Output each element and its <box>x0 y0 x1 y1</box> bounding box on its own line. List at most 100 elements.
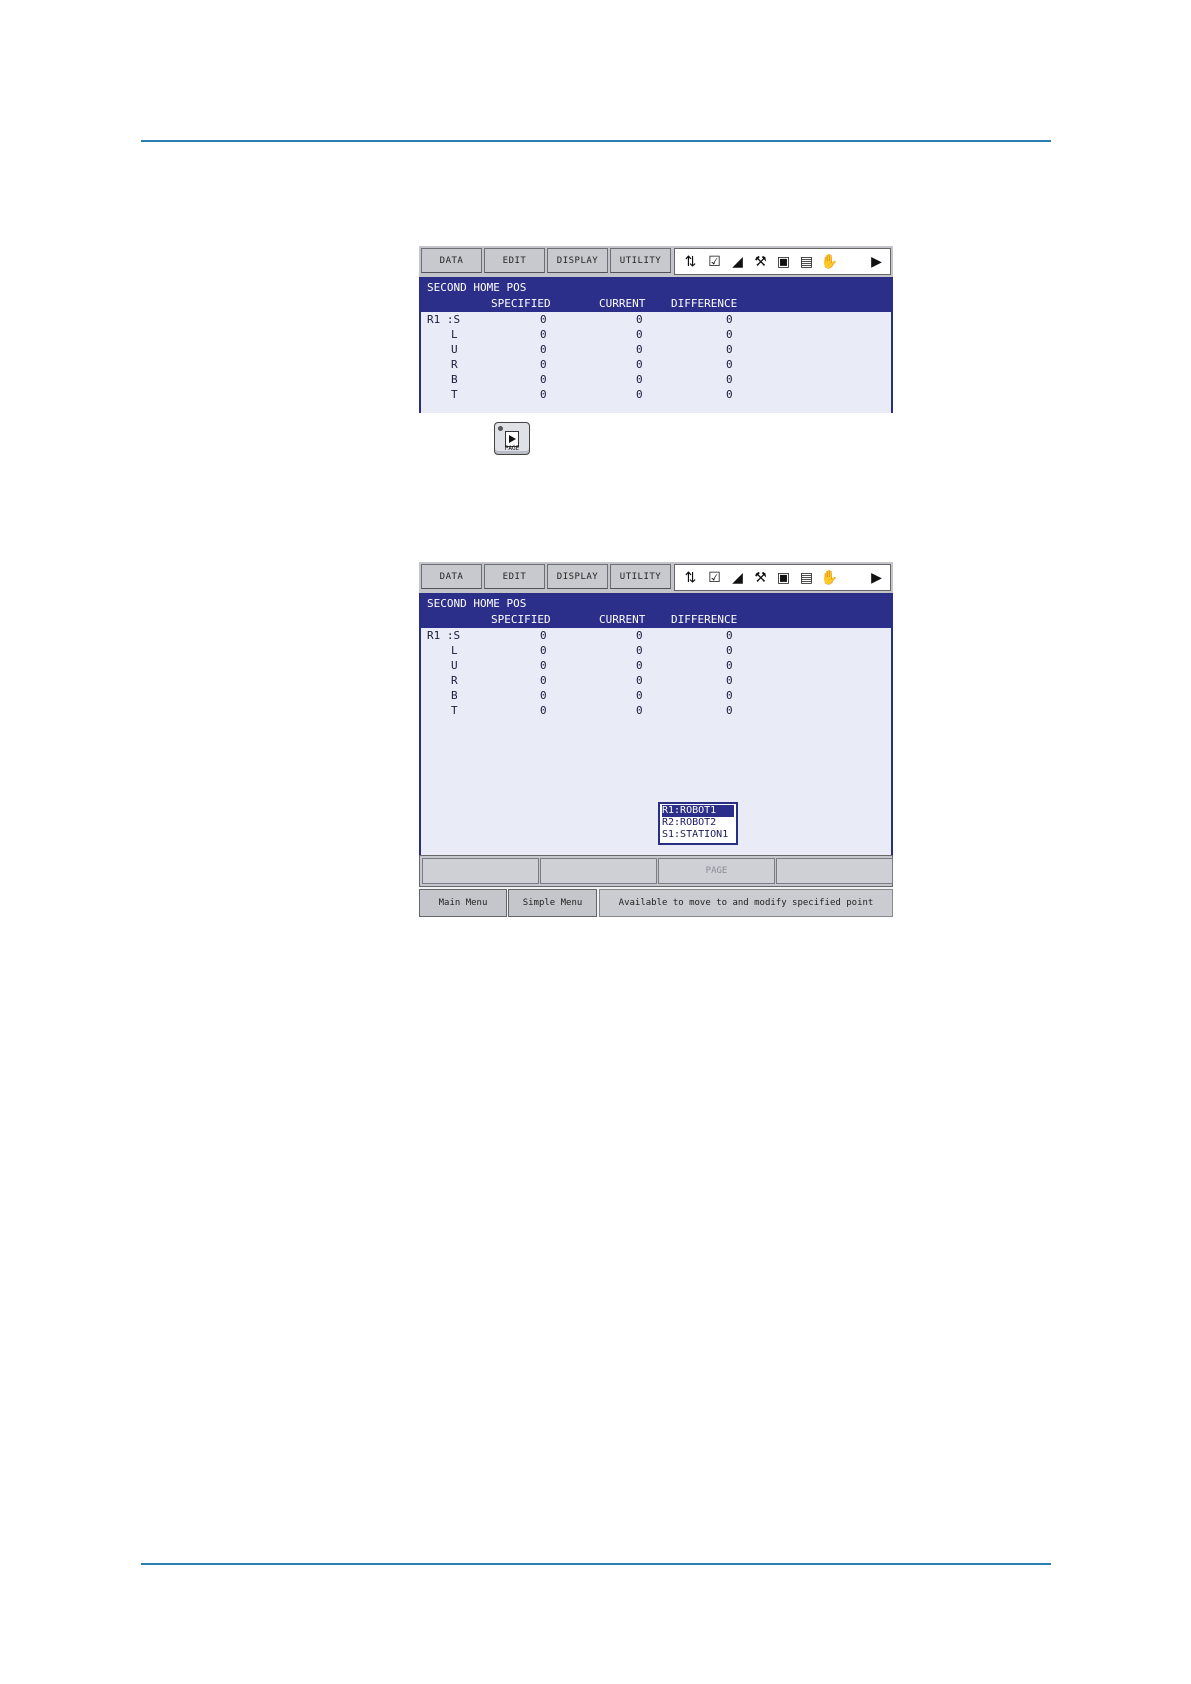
group-select-popup: R1:ROBOT1 R2:ROBOT2 S1:STATION1 <box>658 802 738 845</box>
function-key-1[interactable] <box>422 858 539 884</box>
menu-display[interactable]: DISPLAY <box>547 248 608 273</box>
panel-header: SECOND HOME POS SPECIFIED CURRENT DIFFER… <box>421 279 891 312</box>
value-difference[interactable]: 0 <box>726 358 733 371</box>
popup-item[interactable]: R1:ROBOT1 <box>662 805 734 817</box>
value-difference[interactable]: 0 <box>726 343 733 356</box>
camera-icon: ▣ <box>776 569 791 585</box>
group-label: R1 :S <box>427 629 461 642</box>
function-key-bar: PAGE <box>419 855 893 887</box>
value-current[interactable]: 0 <box>636 358 643 371</box>
main-menu-button[interactable]: Main Menu <box>419 889 507 917</box>
value-difference[interactable]: 0 <box>726 313 733 326</box>
axis-label: T <box>451 704 458 717</box>
status-icon-bar: ⇅ ☑ ◢ ⚒ ▣ ▤ ✋ ▶ <box>674 248 891 275</box>
axis-label: R <box>451 674 458 687</box>
function-key-4[interactable] <box>776 858 893 884</box>
value-current[interactable]: 0 <box>636 674 643 687</box>
popup-item[interactable]: R2:ROBOT2 <box>662 817 734 829</box>
menu-data[interactable]: DATA <box>421 564 482 589</box>
value-specified[interactable]: 0 <box>540 388 547 401</box>
value-specified[interactable]: 0 <box>540 358 547 371</box>
axis-label: B <box>451 689 458 702</box>
value-difference[interactable]: 0 <box>726 704 733 717</box>
col-current: CURRENT <box>599 613 646 626</box>
menu-bar: DATA EDIT DISPLAY UTILITY ⇅ ☑ ◢ ⚒ ▣ ▤ ✋ … <box>419 246 893 278</box>
value-specified[interactable]: 0 <box>540 328 547 341</box>
axis-label: R <box>451 358 458 371</box>
value-current[interactable]: 0 <box>636 388 643 401</box>
value-specified[interactable]: 0 <box>540 644 547 657</box>
arrow-icon <box>509 435 516 443</box>
value-current[interactable]: 0 <box>636 373 643 386</box>
tool-icon: ⚒ <box>754 569 767 585</box>
col-difference: DIFFERENCE <box>671 297 738 310</box>
panel-header: SECOND HOME POS SPECIFIED CURRENT DIFFER… <box>421 595 891 628</box>
value-specified[interactable]: 0 <box>540 674 547 687</box>
led-icon <box>498 426 503 431</box>
value-difference[interactable]: 0 <box>726 328 733 341</box>
value-specified[interactable]: 0 <box>540 659 547 672</box>
col-difference: DIFFERENCE <box>671 613 738 626</box>
value-current[interactable]: 0 <box>636 659 643 672</box>
axis-label: B <box>451 373 458 386</box>
value-current[interactable]: 0 <box>636 629 643 642</box>
status-message: Available to move to and modify specifie… <box>599 889 893 917</box>
value-difference[interactable]: 0 <box>726 659 733 672</box>
value-specified[interactable]: 0 <box>540 629 547 642</box>
menu-display[interactable]: DISPLAY <box>547 564 608 589</box>
col-specified: SPECIFIED <box>491 613 551 626</box>
page-key[interactable]: PAGE <box>494 422 530 455</box>
speed-icon: ◢ <box>732 569 743 585</box>
value-difference[interactable]: 0 <box>726 674 733 687</box>
menu-edit[interactable]: EDIT <box>484 248 545 273</box>
value-difference[interactable]: 0 <box>726 644 733 657</box>
value-specified[interactable]: 0 <box>540 343 547 356</box>
function-key-2[interactable] <box>540 858 657 884</box>
second-home-pos-panel: SECOND HOME POS SPECIFIED CURRENT DIFFER… <box>419 277 893 413</box>
edit-mode-icon: ☑ <box>708 253 721 269</box>
footer-rule <box>141 1563 1051 1565</box>
menu-edit[interactable]: EDIT <box>484 564 545 589</box>
camera-icon: ▣ <box>776 253 791 269</box>
play-icon[interactable]: ▶ <box>867 253 886 270</box>
value-specified[interactable]: 0 <box>540 373 547 386</box>
hand-icon: ✋ <box>820 569 839 585</box>
coordinate-icon: ⇅ <box>684 569 697 585</box>
menu-utility[interactable]: UTILITY <box>610 248 671 273</box>
program-icon: ▤ <box>799 253 814 269</box>
value-current[interactable]: 0 <box>636 313 643 326</box>
menu-bar: DATA EDIT DISPLAY UTILITY ⇅ ☑ ◢ ⚒ ▣ ▤ ✋ … <box>419 562 893 594</box>
value-current[interactable]: 0 <box>636 644 643 657</box>
group-label: R1 :S <box>427 313 461 326</box>
program-icon: ▤ <box>799 569 814 585</box>
popup-item[interactable]: S1:STATION1 <box>662 829 734 841</box>
col-current: CURRENT <box>599 297 646 310</box>
panel-title: SECOND HOME POS <box>427 597 527 610</box>
value-specified[interactable]: 0 <box>540 689 547 702</box>
value-current[interactable]: 0 <box>636 704 643 717</box>
play-icon[interactable]: ▶ <box>867 569 886 586</box>
menu-utility[interactable]: UTILITY <box>610 564 671 589</box>
col-specified: SPECIFIED <box>491 297 551 310</box>
bottom-bar: Main Menu Simple Menu Available to move … <box>419 889 893 917</box>
value-current[interactable]: 0 <box>636 689 643 702</box>
panel-title: SECOND HOME POS <box>427 281 527 294</box>
speed-icon: ◢ <box>732 253 743 269</box>
value-difference[interactable]: 0 <box>726 388 733 401</box>
axis-label: T <box>451 388 458 401</box>
value-current[interactable]: 0 <box>636 328 643 341</box>
simple-menu-button[interactable]: Simple Menu <box>508 889 597 917</box>
value-specified[interactable]: 0 <box>540 313 547 326</box>
function-key-page[interactable]: PAGE <box>658 858 775 884</box>
coordinate-icon: ⇅ <box>684 253 697 269</box>
value-current[interactable]: 0 <box>636 343 643 356</box>
menu-data[interactable]: DATA <box>421 248 482 273</box>
value-difference[interactable]: 0 <box>726 629 733 642</box>
tool-icon: ⚒ <box>754 253 767 269</box>
value-difference[interactable]: 0 <box>726 689 733 702</box>
header-rule <box>141 140 1051 142</box>
value-difference[interactable]: 0 <box>726 373 733 386</box>
value-specified[interactable]: 0 <box>540 704 547 717</box>
page-key-label: PAGE <box>504 445 520 452</box>
axis-label: L <box>451 328 458 341</box>
